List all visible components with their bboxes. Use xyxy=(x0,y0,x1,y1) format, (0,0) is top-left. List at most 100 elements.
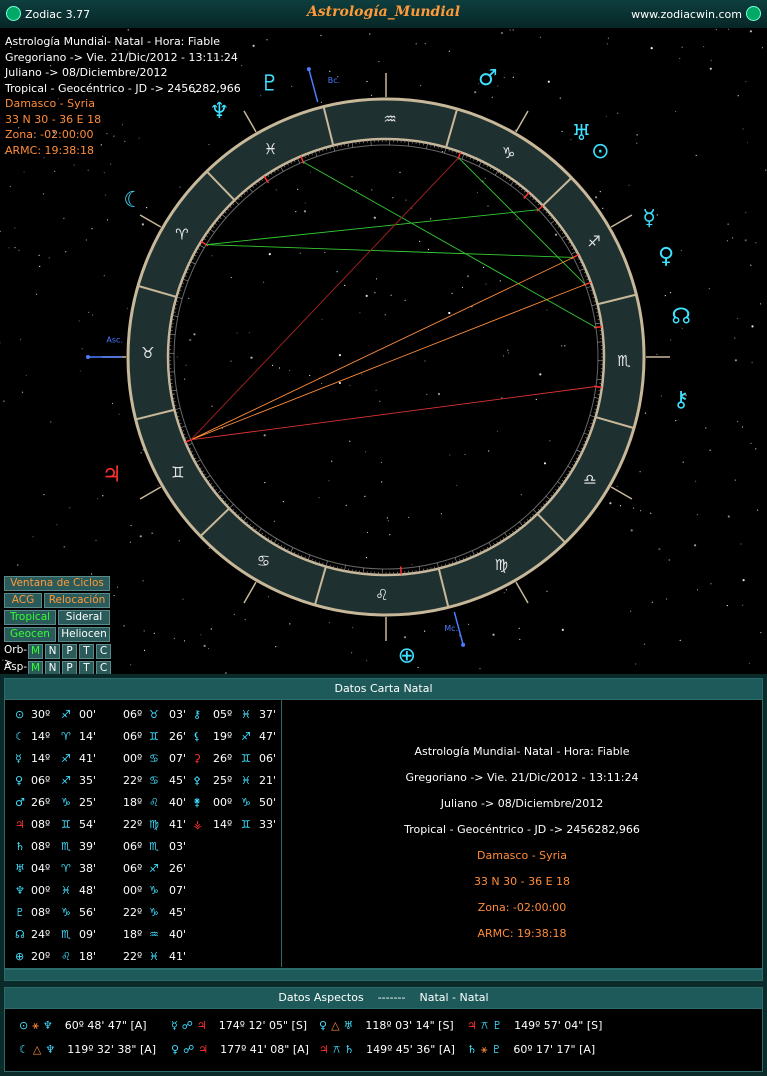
uranus-icon[interactable]: ♅ xyxy=(572,121,592,146)
venus-icon[interactable]: ♀ xyxy=(658,244,674,269)
website-label: www.zodiacwin.com xyxy=(631,8,742,21)
position-row: ♇ 08º ♑ 56' 22º ♑ 45' xyxy=(5,906,281,926)
planet-glyph-icon: ☿ xyxy=(171,1019,178,1032)
star xyxy=(599,191,601,193)
star xyxy=(492,633,495,636)
star xyxy=(518,627,520,630)
pluto-icon[interactable]: ♇ xyxy=(260,72,280,97)
mars-icon[interactable]: ♂ xyxy=(478,66,498,91)
star xyxy=(715,28,718,31)
star xyxy=(539,36,542,38)
star xyxy=(564,345,566,347)
planet-glyph-icon: ☾ xyxy=(19,1043,29,1056)
position-value: 18º xyxy=(123,796,143,809)
star xyxy=(695,154,697,156)
position-row: ☊ 24º ♏ 09' 18º ♒ 40' xyxy=(5,928,281,948)
moon-icon[interactable]: ☾ xyxy=(123,188,143,213)
star xyxy=(278,367,281,369)
planet-glyph-icon: ♃ xyxy=(467,1019,477,1032)
star xyxy=(275,189,277,191)
star xyxy=(244,619,246,621)
relocacion-button[interactable]: Relocación xyxy=(44,593,110,608)
info-location: Damasco - Syria xyxy=(5,97,95,110)
position-value: 00º xyxy=(123,884,143,897)
star xyxy=(424,43,426,45)
asp-toggle-n[interactable]: N xyxy=(45,661,60,674)
aspect-entry: ♃ ⚻ ♄ 149º 45' 36" [A] xyxy=(319,1043,459,1057)
zodiac-sign-icon: ♊ xyxy=(171,463,184,481)
star xyxy=(520,494,523,496)
star xyxy=(9,185,11,188)
geocen-button[interactable]: Geocen xyxy=(4,627,56,642)
orb-toggle-t[interactable]: T xyxy=(79,644,94,659)
asp-toggle-m[interactable]: M xyxy=(28,661,43,674)
star xyxy=(710,59,712,61)
star xyxy=(8,247,10,249)
center-armc: ARMC: 19:38:18 xyxy=(477,927,567,940)
jupiter-icon[interactable]: ♃ xyxy=(102,462,122,487)
orb-toggle-c[interactable]: C xyxy=(96,644,111,659)
aspect-value: 119º 32' 38" [A] xyxy=(67,1043,157,1056)
star xyxy=(95,539,97,541)
node-icon[interactable]: ☊ xyxy=(671,305,691,330)
star xyxy=(759,303,762,305)
star xyxy=(502,355,505,357)
orb-toggle-p[interactable]: P xyxy=(62,644,77,659)
asp-toggle-t[interactable]: T xyxy=(79,661,94,674)
tropical-button[interactable]: Tropical xyxy=(4,610,56,625)
position-value: 06' xyxy=(259,752,277,765)
planet-glyph-icon: ♀ xyxy=(319,1019,328,1032)
star xyxy=(23,171,25,173)
sign-glyph-icon: ♓ xyxy=(241,774,251,787)
house-cusp-tick xyxy=(610,214,633,228)
ventana-ciclos-button[interactable]: Ventana de Ciclos xyxy=(4,576,110,591)
sign-glyph-icon: ♋ xyxy=(149,774,159,787)
star xyxy=(3,400,5,402)
website-link[interactable]: www.zodiacwin.com xyxy=(631,6,761,21)
position-value: 18º xyxy=(123,928,143,941)
star xyxy=(200,634,202,636)
zodiac-sign-icon: ♒ xyxy=(383,110,396,128)
star xyxy=(151,532,153,534)
star xyxy=(487,205,489,207)
star xyxy=(512,29,514,31)
star xyxy=(252,44,255,47)
asp-toggle-p[interactable]: P xyxy=(62,661,77,674)
heliocen-button[interactable]: Heliocen xyxy=(58,627,110,642)
star xyxy=(484,177,486,179)
planet-glyph-icon: ♂ xyxy=(15,796,25,809)
acg-button[interactable]: ACG xyxy=(4,593,42,608)
star xyxy=(609,502,612,505)
aspect-glyph-icon: ⚻ xyxy=(332,1043,341,1056)
degree-tick xyxy=(533,509,538,515)
orb-toggle-m[interactable]: M xyxy=(28,644,43,659)
position-value: 25º xyxy=(213,774,233,787)
star xyxy=(748,662,751,665)
earth-icon[interactable]: ⊕ xyxy=(398,643,416,668)
aspect-entry: ♄ ⚹ ♇ 60º 17' 17" [A] xyxy=(467,1043,599,1057)
star xyxy=(404,299,406,301)
mercury-icon[interactable]: ☿ xyxy=(642,206,656,231)
star xyxy=(761,47,764,49)
sideral-button[interactable]: Sideral xyxy=(58,610,110,625)
star xyxy=(737,95,739,97)
chart-area[interactable]: ♈ ♉ ♊ ♋ ♌ ♍ ♎ ♏ ♐ ♑ ♒ ♓ Asc. Mc. Bc. ♂ ♅ ⊙ ☿ ♀ ☊ ⚷ ♃ ⊕ ☾ ♇ ♆ Astro… xyxy=(0,28,767,674)
degree-tick xyxy=(567,465,574,470)
chiron-icon[interactable]: ⚷ xyxy=(673,387,689,412)
planet-glyph-icon: ☊ xyxy=(15,928,25,941)
house-cusp-tick xyxy=(243,581,257,604)
degree-tick xyxy=(519,521,524,527)
sun-icon[interactable]: ⊙ xyxy=(591,139,609,164)
star xyxy=(273,520,276,522)
star xyxy=(365,557,368,559)
globe-icon[interactable] xyxy=(746,6,761,21)
star xyxy=(595,196,598,199)
star xyxy=(271,364,274,366)
position-value: 21' xyxy=(259,774,277,787)
star xyxy=(79,370,81,372)
asp-toggle-c[interactable]: C xyxy=(96,661,111,674)
aspects-list: ⊙ ⚹ ♆ 60º 48' 47" [A] ☿ ☍ ♃ 174º 12' 05" [S] ♀ △ ♅… xyxy=(5,1009,762,1069)
orb-toggle-n[interactable]: N xyxy=(45,644,60,659)
house-cusp-tick xyxy=(243,110,257,133)
star xyxy=(14,247,16,249)
